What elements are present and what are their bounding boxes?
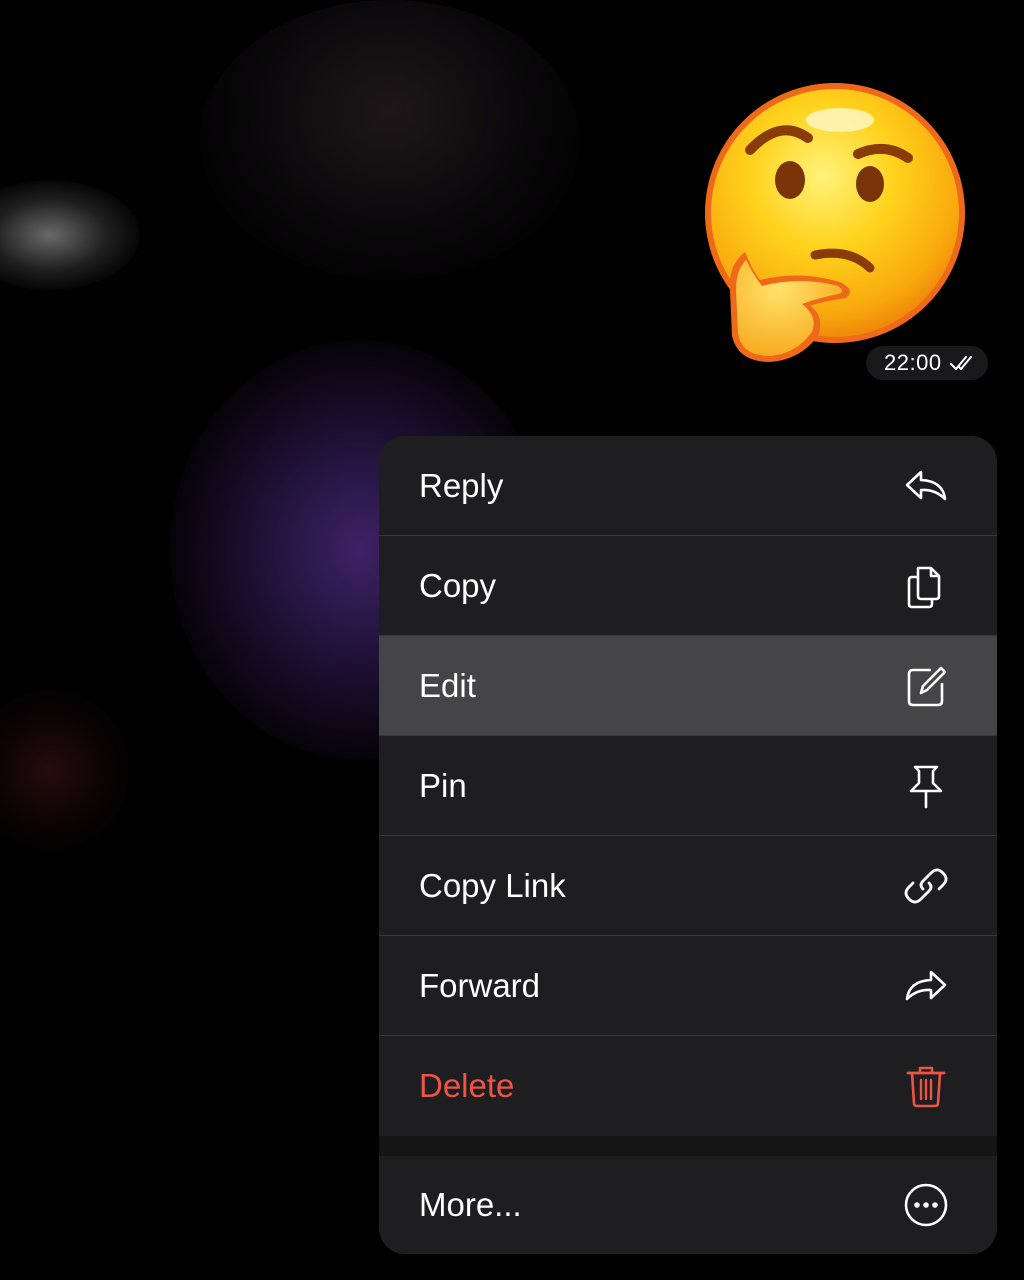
copy-icon (901, 561, 951, 611)
menu-item-forward[interactable]: Forward (379, 936, 997, 1036)
edit-icon (901, 661, 951, 711)
menu-item-copy-link[interactable]: Copy Link (379, 836, 997, 936)
menu-item-delete[interactable]: Delete (379, 1036, 997, 1136)
menu-item-label: Delete (419, 1067, 515, 1104)
menu-item-more[interactable]: More... (379, 1156, 997, 1254)
ellipsis-circle-icon (901, 1180, 951, 1230)
message-time: 22:00 (884, 350, 942, 375)
thinking-face-sticker[interactable] (690, 80, 980, 370)
blurred-shape (200, 0, 580, 280)
menu-item-label: Edit (419, 666, 476, 704)
menu-item-edit[interactable]: Edit (379, 636, 997, 736)
menu-item-pin[interactable]: Pin (379, 736, 997, 836)
message-timestamp: 22:00 (866, 346, 988, 380)
blurred-shape (0, 690, 130, 850)
blurred-shape (0, 180, 140, 290)
chat-screen: 22:00 Reply Copy Edit Pin Copy Link Forw… (0, 0, 1024, 1280)
menu-item-copy[interactable]: Copy (379, 536, 997, 636)
menu-item-reply[interactable]: Reply (379, 436, 997, 536)
forward-icon (901, 961, 951, 1011)
menu-item-label: Copy (419, 566, 497, 604)
menu-item-label: Pin (419, 766, 467, 804)
menu-item-label: Forward (419, 966, 541, 1004)
trash-icon (901, 1061, 951, 1111)
double-check-icon (949, 356, 972, 370)
menu-item-label: More... (419, 1186, 522, 1223)
reply-icon (901, 461, 951, 511)
link-icon (901, 861, 951, 911)
menu-item-label: Copy Link (419, 866, 566, 904)
menu-separator (379, 1136, 997, 1156)
menu-item-label: Reply (419, 466, 504, 504)
pin-icon (901, 761, 951, 811)
message-context-menu: Reply Copy Edit Pin Copy Link Forward De… (379, 436, 997, 1254)
